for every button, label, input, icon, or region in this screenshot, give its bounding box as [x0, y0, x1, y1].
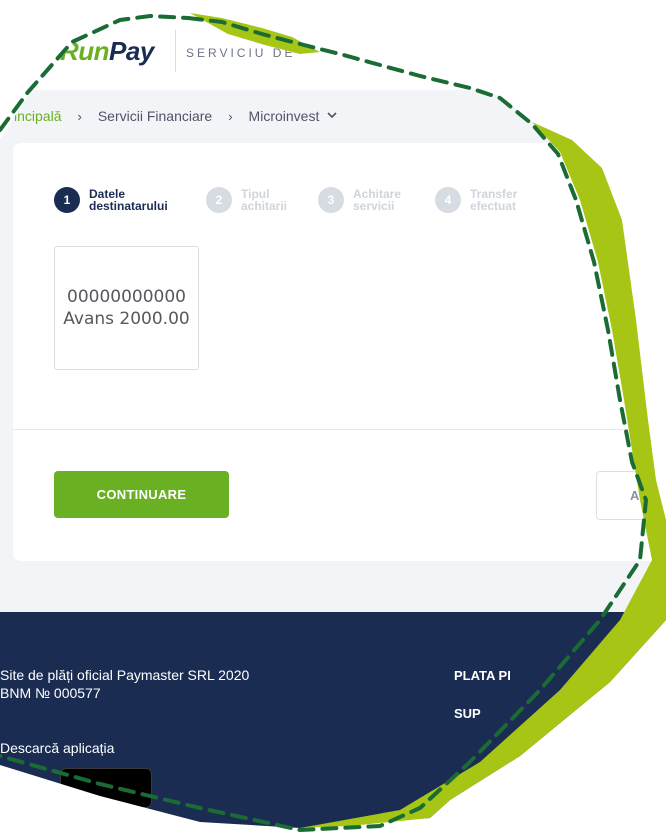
footer-link-support[interactable]: SUP — [454, 706, 481, 721]
step-label-line: achitarii — [241, 199, 288, 213]
breadcrumb-current-provider[interactable]: Microinvest — [249, 108, 320, 124]
breadcrumb-home-link[interactable]: Principală — [0, 108, 61, 124]
step-label: Transfer efectuat — [470, 188, 517, 212]
step-label-line: efectuat — [470, 199, 517, 213]
logo-run-text: Run — [60, 36, 110, 66]
step-payment-type: 2 Tipul achitarii — [206, 187, 287, 213]
footer-download-app-label: Descarcă aplicația — [0, 740, 115, 756]
step-number-badge: 3 — [318, 187, 344, 213]
screen: RunPay SERVICIU DE Principală › Servicii… — [0, 0, 666, 836]
step-number-badge: 4 — [435, 187, 461, 213]
account-advance-amount: Avans 2000.00 — [63, 309, 190, 329]
site-header: RunPay SERVICIU DE — [0, 0, 666, 90]
chevron-right-icon: › — [228, 108, 233, 124]
header-tagline: SERVICIU DE — [186, 46, 296, 60]
continue-button[interactable]: CONTINUARE — [54, 471, 229, 518]
payment-card: 1 Datele destinatarului 2 Tipul achitari… — [13, 143, 666, 561]
chevron-right-icon: › — [77, 108, 82, 124]
step-label: Tipul achitarii — [241, 188, 287, 212]
app-store-badge[interactable] — [60, 768, 152, 808]
cancel-button[interactable]: A — [596, 471, 666, 520]
footer-link-payments[interactable]: PLATA PI — [454, 668, 511, 683]
step-recipient-data: 1 Datele destinatarului — [54, 187, 168, 213]
step-label: Achitare servicii — [353, 188, 401, 212]
step-service-payment: 3 Achitare servicii — [318, 187, 401, 213]
step-number-badge: 2 — [206, 187, 232, 213]
card-divider — [13, 429, 666, 430]
breadcrumb-financial-services-link[interactable]: Servicii Financiare — [98, 108, 212, 124]
step-number-badge: 1 — [54, 187, 80, 213]
step-label: Datele destinatarului — [89, 188, 168, 212]
account-option-tile[interactable]: 00000000000 Avans 2000.00 — [54, 246, 199, 370]
site-footer: Site de plăți oficial Paymaster SRL 2020… — [0, 612, 666, 836]
account-number: 00000000000 — [67, 287, 186, 307]
runpay-logo[interactable]: RunPay — [60, 36, 154, 67]
footer-license: BNM № 000577 — [0, 685, 101, 701]
chevron-down-icon[interactable] — [327, 111, 337, 122]
step-transfer-completed: 4 Transfer efectuat — [435, 187, 517, 213]
logo-divider — [175, 30, 176, 72]
step-label-line: servicii — [353, 199, 395, 213]
breadcrumb: Principală › Servicii Financiare › Micro… — [0, 108, 337, 124]
logo-pay-text: Pay — [109, 36, 154, 66]
footer-copyright: Site de plăți oficial Paymaster SRL 2020 — [0, 667, 250, 683]
step-label-line: destinatarului — [89, 199, 168, 213]
